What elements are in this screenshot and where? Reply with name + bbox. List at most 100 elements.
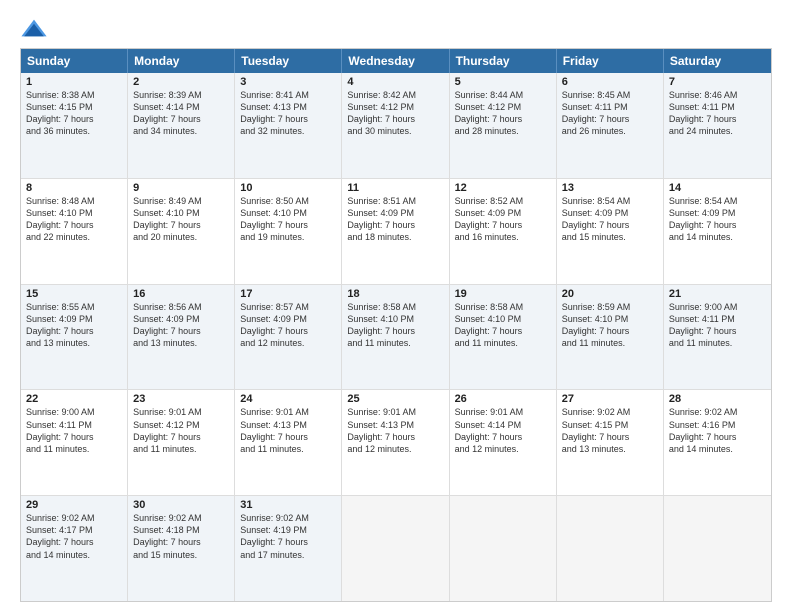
day-number: 26 — [455, 393, 551, 405]
day-number: 4 — [347, 76, 443, 88]
calendar-header-row: SundayMondayTuesdayWednesdayThursdayFrid… — [21, 49, 771, 73]
calendar-header-sunday: Sunday — [21, 49, 128, 73]
day-number: 11 — [347, 182, 443, 194]
calendar-cell: 23Sunrise: 9:01 AM Sunset: 4:12 PM Dayli… — [128, 390, 235, 495]
cell-text: Sunrise: 8:56 AM Sunset: 4:09 PM Dayligh… — [133, 301, 229, 350]
cell-text: Sunrise: 8:38 AM Sunset: 4:15 PM Dayligh… — [26, 89, 122, 138]
day-number: 25 — [347, 393, 443, 405]
calendar-cell — [342, 496, 449, 601]
calendar-cell: 18Sunrise: 8:58 AM Sunset: 4:10 PM Dayli… — [342, 285, 449, 390]
calendar-cell: 28Sunrise: 9:02 AM Sunset: 4:16 PM Dayli… — [664, 390, 771, 495]
day-number: 17 — [240, 288, 336, 300]
cell-text: Sunrise: 8:54 AM Sunset: 4:09 PM Dayligh… — [669, 195, 766, 244]
calendar: SundayMondayTuesdayWednesdayThursdayFrid… — [20, 48, 772, 602]
calendar-cell: 8Sunrise: 8:48 AM Sunset: 4:10 PM Daylig… — [21, 179, 128, 284]
calendar-cell: 5Sunrise: 8:44 AM Sunset: 4:12 PM Daylig… — [450, 73, 557, 178]
calendar-header-saturday: Saturday — [664, 49, 771, 73]
cell-text: Sunrise: 8:50 AM Sunset: 4:10 PM Dayligh… — [240, 195, 336, 244]
cell-text: Sunrise: 9:01 AM Sunset: 4:13 PM Dayligh… — [347, 406, 443, 455]
cell-text: Sunrise: 9:02 AM Sunset: 4:17 PM Dayligh… — [26, 512, 122, 561]
day-number: 15 — [26, 288, 122, 300]
calendar-cell: 12Sunrise: 8:52 AM Sunset: 4:09 PM Dayli… — [450, 179, 557, 284]
day-number: 23 — [133, 393, 229, 405]
calendar-week-3: 15Sunrise: 8:55 AM Sunset: 4:09 PM Dayli… — [21, 284, 771, 390]
cell-text: Sunrise: 8:55 AM Sunset: 4:09 PM Dayligh… — [26, 301, 122, 350]
calendar-cell: 19Sunrise: 8:58 AM Sunset: 4:10 PM Dayli… — [450, 285, 557, 390]
calendar-header-monday: Monday — [128, 49, 235, 73]
cell-text: Sunrise: 8:52 AM Sunset: 4:09 PM Dayligh… — [455, 195, 551, 244]
calendar-cell — [664, 496, 771, 601]
calendar-cell: 2Sunrise: 8:39 AM Sunset: 4:14 PM Daylig… — [128, 73, 235, 178]
day-number: 19 — [455, 288, 551, 300]
calendar-cell: 10Sunrise: 8:50 AM Sunset: 4:10 PM Dayli… — [235, 179, 342, 284]
cell-text: Sunrise: 8:45 AM Sunset: 4:11 PM Dayligh… — [562, 89, 658, 138]
calendar-cell: 21Sunrise: 9:00 AM Sunset: 4:11 PM Dayli… — [664, 285, 771, 390]
header — [20, 16, 772, 38]
page: SundayMondayTuesdayWednesdayThursdayFrid… — [0, 0, 792, 612]
day-number: 30 — [133, 499, 229, 511]
day-number: 10 — [240, 182, 336, 194]
cell-text: Sunrise: 8:48 AM Sunset: 4:10 PM Dayligh… — [26, 195, 122, 244]
calendar-cell — [450, 496, 557, 601]
calendar-cell: 20Sunrise: 8:59 AM Sunset: 4:10 PM Dayli… — [557, 285, 664, 390]
cell-text: Sunrise: 8:42 AM Sunset: 4:12 PM Dayligh… — [347, 89, 443, 138]
calendar-cell: 22Sunrise: 9:00 AM Sunset: 4:11 PM Dayli… — [21, 390, 128, 495]
cell-text: Sunrise: 9:01 AM Sunset: 4:13 PM Dayligh… — [240, 406, 336, 455]
cell-text: Sunrise: 8:59 AM Sunset: 4:10 PM Dayligh… — [562, 301, 658, 350]
cell-text: Sunrise: 9:00 AM Sunset: 4:11 PM Dayligh… — [26, 406, 122, 455]
calendar-cell — [557, 496, 664, 601]
cell-text: Sunrise: 8:51 AM Sunset: 4:09 PM Dayligh… — [347, 195, 443, 244]
day-number: 5 — [455, 76, 551, 88]
day-number: 13 — [562, 182, 658, 194]
calendar-header-friday: Friday — [557, 49, 664, 73]
calendar-cell: 30Sunrise: 9:02 AM Sunset: 4:18 PM Dayli… — [128, 496, 235, 601]
calendar-cell: 6Sunrise: 8:45 AM Sunset: 4:11 PM Daylig… — [557, 73, 664, 178]
cell-text: Sunrise: 9:02 AM Sunset: 4:16 PM Dayligh… — [669, 406, 766, 455]
calendar-cell: 9Sunrise: 8:49 AM Sunset: 4:10 PM Daylig… — [128, 179, 235, 284]
day-number: 8 — [26, 182, 122, 194]
calendar-cell: 7Sunrise: 8:46 AM Sunset: 4:11 PM Daylig… — [664, 73, 771, 178]
cell-text: Sunrise: 9:02 AM Sunset: 4:15 PM Dayligh… — [562, 406, 658, 455]
day-number: 21 — [669, 288, 766, 300]
cell-text: Sunrise: 9:02 AM Sunset: 4:19 PM Dayligh… — [240, 512, 336, 561]
cell-text: Sunrise: 9:01 AM Sunset: 4:14 PM Dayligh… — [455, 406, 551, 455]
day-number: 3 — [240, 76, 336, 88]
day-number: 31 — [240, 499, 336, 511]
calendar-week-2: 8Sunrise: 8:48 AM Sunset: 4:10 PM Daylig… — [21, 178, 771, 284]
cell-text: Sunrise: 8:58 AM Sunset: 4:10 PM Dayligh… — [455, 301, 551, 350]
calendar-cell: 29Sunrise: 9:02 AM Sunset: 4:17 PM Dayli… — [21, 496, 128, 601]
cell-text: Sunrise: 8:49 AM Sunset: 4:10 PM Dayligh… — [133, 195, 229, 244]
cell-text: Sunrise: 9:02 AM Sunset: 4:18 PM Dayligh… — [133, 512, 229, 561]
calendar-week-5: 29Sunrise: 9:02 AM Sunset: 4:17 PM Dayli… — [21, 495, 771, 601]
calendar-cell: 27Sunrise: 9:02 AM Sunset: 4:15 PM Dayli… — [557, 390, 664, 495]
calendar-cell: 24Sunrise: 9:01 AM Sunset: 4:13 PM Dayli… — [235, 390, 342, 495]
calendar-header-wednesday: Wednesday — [342, 49, 449, 73]
day-number: 2 — [133, 76, 229, 88]
day-number: 22 — [26, 393, 122, 405]
calendar-cell: 15Sunrise: 8:55 AM Sunset: 4:09 PM Dayli… — [21, 285, 128, 390]
calendar-cell: 14Sunrise: 8:54 AM Sunset: 4:09 PM Dayli… — [664, 179, 771, 284]
calendar-cell: 1Sunrise: 8:38 AM Sunset: 4:15 PM Daylig… — [21, 73, 128, 178]
calendar-cell: 13Sunrise: 8:54 AM Sunset: 4:09 PM Dayli… — [557, 179, 664, 284]
day-number: 9 — [133, 182, 229, 194]
calendar-cell: 31Sunrise: 9:02 AM Sunset: 4:19 PM Dayli… — [235, 496, 342, 601]
day-number: 29 — [26, 499, 122, 511]
cell-text: Sunrise: 9:00 AM Sunset: 4:11 PM Dayligh… — [669, 301, 766, 350]
calendar-cell: 3Sunrise: 8:41 AM Sunset: 4:13 PM Daylig… — [235, 73, 342, 178]
calendar-cell: 25Sunrise: 9:01 AM Sunset: 4:13 PM Dayli… — [342, 390, 449, 495]
calendar-header-thursday: Thursday — [450, 49, 557, 73]
cell-text: Sunrise: 8:46 AM Sunset: 4:11 PM Dayligh… — [669, 89, 766, 138]
calendar-cell: 17Sunrise: 8:57 AM Sunset: 4:09 PM Dayli… — [235, 285, 342, 390]
calendar-cell: 4Sunrise: 8:42 AM Sunset: 4:12 PM Daylig… — [342, 73, 449, 178]
day-number: 16 — [133, 288, 229, 300]
day-number: 6 — [562, 76, 658, 88]
day-number: 24 — [240, 393, 336, 405]
cell-text: Sunrise: 9:01 AM Sunset: 4:12 PM Dayligh… — [133, 406, 229, 455]
logo — [20, 16, 52, 38]
calendar-week-4: 22Sunrise: 9:00 AM Sunset: 4:11 PM Dayli… — [21, 389, 771, 495]
calendar-cell: 11Sunrise: 8:51 AM Sunset: 4:09 PM Dayli… — [342, 179, 449, 284]
cell-text: Sunrise: 8:54 AM Sunset: 4:09 PM Dayligh… — [562, 195, 658, 244]
day-number: 7 — [669, 76, 766, 88]
day-number: 28 — [669, 393, 766, 405]
cell-text: Sunrise: 8:41 AM Sunset: 4:13 PM Dayligh… — [240, 89, 336, 138]
